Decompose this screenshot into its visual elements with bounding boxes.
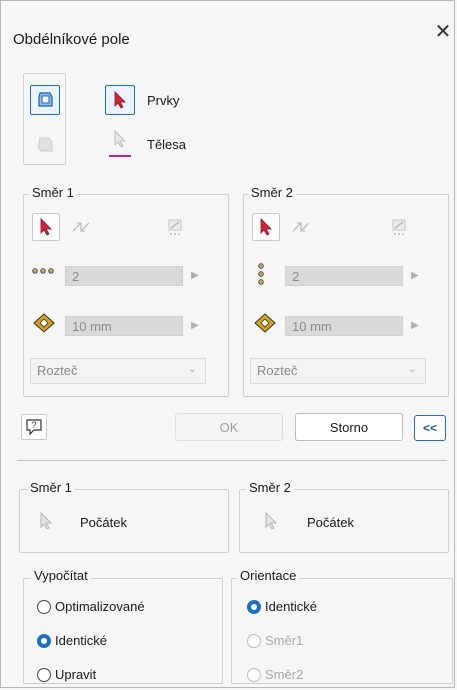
direction-2-select-button[interactable] [252, 213, 280, 241]
pattern-features-button[interactable] [30, 85, 60, 115]
bodies-select-button[interactable] [105, 125, 135, 153]
flip-direction-icon [292, 222, 310, 232]
compute-adjust-label: Upravit [55, 667, 97, 682]
flip-direction-icon [72, 222, 90, 232]
compute-identical-label: Identické [55, 633, 108, 648]
close-icon: ✕ [434, 21, 452, 43]
start-direction-1-title: Směr 1 [27, 480, 75, 495]
count-icon [32, 268, 54, 274]
compute-optimized-radio[interactable] [37, 600, 51, 614]
bodies-label: Tělesa [147, 137, 187, 152]
direction-1-distance-spin[interactable]: ▶ [185, 316, 205, 336]
direction-2-distance-field[interactable]: 10 mm [285, 316, 403, 336]
compute-optimized-label: Optimalizované [55, 599, 145, 614]
direction-2-method-value: Rozteč [257, 363, 298, 378]
cancel-button[interactable]: Storno [295, 413, 403, 441]
direction-1-flip-button[interactable] [67, 213, 95, 241]
compute-adjust-radio[interactable] [37, 668, 51, 682]
separator [17, 460, 447, 461]
select-arrow-icon [40, 512, 52, 530]
direction-1-distance-field[interactable]: 10 mm [65, 316, 183, 336]
features-select-button[interactable] [105, 85, 135, 115]
select-arrow-icon [260, 218, 272, 236]
compute-identical-radio[interactable] [37, 634, 51, 648]
compute-title: Vypočítat [31, 568, 91, 583]
start-direction-2-select-button[interactable] [259, 507, 283, 535]
compute-group [23, 578, 223, 684]
orientation-direction-2-radio[interactable] [247, 668, 261, 682]
orientation-direction-1-radio[interactable] [247, 634, 261, 648]
orientation-direction-1-label: Směr1 [265, 633, 304, 648]
close-button[interactable]: ✕ [433, 21, 453, 43]
help-icon: ? [26, 419, 42, 436]
direction-2-method-select[interactable]: Rozteč ⌄ [250, 358, 426, 384]
direction-2-midplane-button[interactable] [385, 213, 413, 241]
ok-button[interactable]: OK [175, 413, 283, 441]
svg-text:?: ? [31, 420, 36, 430]
pattern-features-icon [38, 92, 53, 107]
select-arrow-icon [40, 218, 52, 236]
start-direction-1-select-button[interactable] [34, 507, 58, 535]
direction-1-method-select[interactable]: Rozteč ⌄ [30, 358, 206, 384]
direction-2-flip-button[interactable] [287, 213, 315, 241]
dialog-title: Obdélníkové pole [13, 31, 130, 48]
collapse-button[interactable]: << [414, 415, 446, 441]
direction-1-select-button[interactable] [32, 213, 60, 241]
spacing-icon [33, 313, 55, 333]
midplane-icon [392, 219, 406, 235]
direction-1-method-value: Rozteč [37, 363, 78, 378]
spacing-icon [254, 313, 276, 333]
chevron-down-icon: ⌄ [187, 363, 197, 375]
chevron-down-icon: ⌄ [407, 363, 417, 375]
pattern-solids-button[interactable] [30, 129, 60, 159]
orientation-direction-2-label: Směr2 [265, 667, 304, 682]
direction-2-count-spin[interactable]: ▶ [405, 266, 425, 286]
direction-1-midplane-button[interactable] [161, 213, 189, 241]
orientation-identical-radio[interactable] [247, 600, 261, 614]
count-icon [258, 263, 264, 285]
start-direction-2-title: Směr 2 [246, 480, 294, 495]
orientation-identical-label: Identické [265, 599, 318, 614]
start-direction-2-label: Počátek [307, 515, 354, 530]
direction-2-count-field[interactable]: 2 [285, 266, 403, 286]
direction-2-title: Směr 2 [248, 185, 296, 200]
midplane-icon [168, 219, 182, 235]
features-label: Prvky [147, 93, 180, 108]
direction-1-title: Směr 1 [29, 185, 77, 200]
direction-2-distance-spin[interactable]: ▶ [405, 316, 425, 336]
direction-1-count-spin[interactable]: ▶ [185, 266, 205, 286]
select-arrow-icon [114, 91, 126, 109]
select-arrow-icon [114, 130, 126, 148]
start-direction-1-label: Počátek [80, 515, 127, 530]
rectangular-pattern-dialog: Obdélníkové pole ✕ Prvky Tělesa Směr 1 2… [0, 0, 455, 688]
bodies-underline [109, 155, 131, 157]
direction-1-count-field[interactable]: 2 [65, 266, 183, 286]
help-button[interactable]: ? [21, 414, 47, 440]
pattern-solids-icon [37, 137, 53, 152]
select-arrow-icon [265, 512, 277, 530]
orientation-title: Orientace [237, 568, 300, 583]
